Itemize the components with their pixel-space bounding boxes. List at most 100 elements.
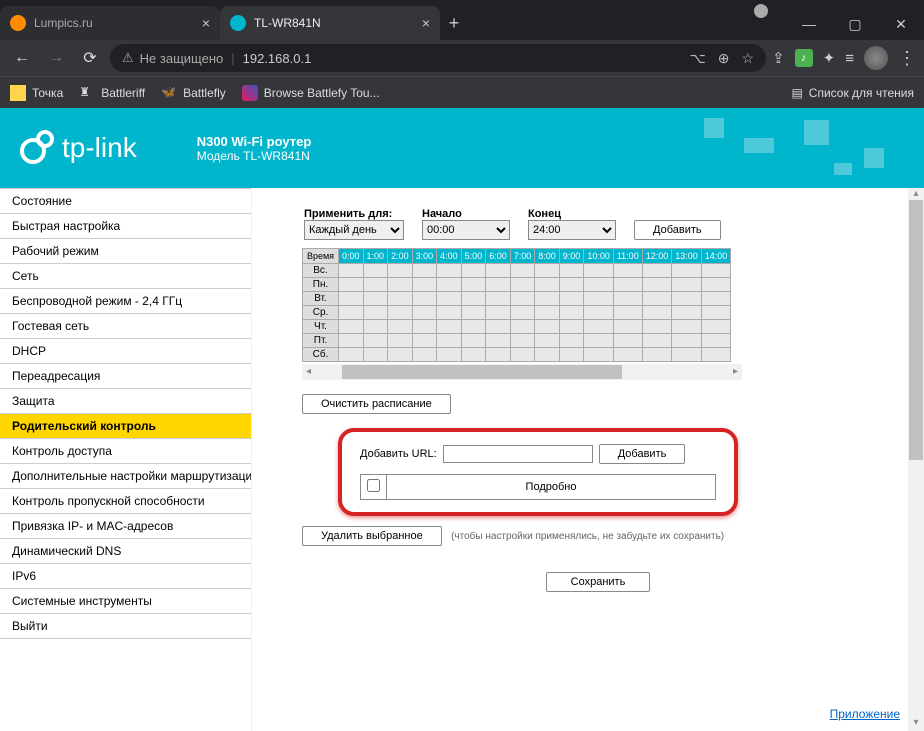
reading-list-button[interactable]: ▤ Список для чтения	[791, 86, 914, 100]
sidebar-item[interactable]: Выйти	[0, 614, 251, 639]
apply-for-select[interactable]: Каждый день	[304, 220, 404, 240]
favicon-lumpics	[10, 15, 26, 31]
battlefly-icon: 🦋	[161, 85, 177, 101]
address-bar: ← → ⟳ ⚠ Не защищено | 192.168.0.1 ⌥ ⊕ ☆ …	[0, 40, 924, 76]
sidebar-item[interactable]: Защита	[0, 389, 251, 414]
key-icon[interactable]: ⌥	[690, 50, 706, 67]
reading-list-icon[interactable]: ≡	[845, 50, 854, 67]
sidebar-item[interactable]: Системные инструменты	[0, 589, 251, 614]
security-warning: ⚠ Не защищено	[122, 50, 223, 66]
main-panel: ▴ ▾ Применить для: Каждый день Начало 00…	[252, 188, 924, 731]
sidebar-item[interactable]: Дополнительные настройки маршрутизации	[0, 464, 251, 489]
router-header: tp-link N300 Wi-Fi роутер Модель TL-WR84…	[0, 108, 924, 188]
list-icon: ▤	[791, 86, 802, 100]
model-info: N300 Wi-Fi роутер Модель TL-WR841N	[197, 134, 312, 163]
reading-list-label: Список для чтения	[809, 86, 914, 100]
model-number: Модель TL-WR841N	[197, 149, 312, 163]
sidebar-item[interactable]: Быстрая настройка	[0, 214, 251, 239]
schedule-table-wrap: Время0:001:002:003:004:005:006:007:008:0…	[302, 248, 904, 380]
bookmarks-bar: Точка ♜Battleriff 🦋 Battlefly Browse Batt…	[0, 76, 924, 108]
extensions-icon[interactable]: ✦	[823, 49, 836, 67]
sidebar-item[interactable]: Рабочий режим	[0, 239, 251, 264]
sidebar-item[interactable]: Привязка IP- и MAC-адресов	[0, 514, 251, 539]
close-icon[interactable]: ×	[202, 15, 210, 31]
add-url-button[interactable]: Добавить	[599, 444, 686, 464]
close-icon[interactable]: ×	[422, 15, 430, 31]
forward-button[interactable]: →	[42, 44, 70, 72]
scroll-down-arrow[interactable]: ▾	[909, 717, 923, 731]
add-url-label: Добавить URL:	[360, 448, 437, 460]
vertical-scrollbar[interactable]: ▴ ▾	[908, 188, 924, 731]
titlebar: Lumpics.ru × TL-WR841N × + — ▢ ✕	[0, 0, 924, 40]
schedule-grid[interactable]: Время0:001:002:003:004:005:006:007:008:0…	[302, 248, 731, 362]
clear-schedule-button[interactable]: Очистить расписание	[302, 394, 451, 414]
profile-avatar[interactable]	[864, 46, 888, 70]
menu-icon[interactable]: ⋮	[898, 48, 916, 69]
bookmark-battlefy[interactable]: Browse Battlefy Tou...	[242, 85, 380, 101]
url-input[interactable]	[443, 445, 593, 463]
scroll-thumb[interactable]	[909, 200, 923, 460]
back-button[interactable]: ←	[8, 44, 36, 72]
sidebar-item[interactable]: IPv6	[0, 564, 251, 589]
tab-router[interactable]: TL-WR841N ×	[220, 6, 440, 40]
scroll-right-arrow[interactable]: ▸	[733, 366, 738, 377]
save-note: (чтобы настройки применялись, не забудьт…	[451, 531, 724, 542]
bookmark-label: Browse Battlefy Tou...	[264, 86, 380, 100]
delete-selected-button[interactable]: Удалить выбранное	[302, 526, 442, 546]
brand-text: tp-link	[62, 132, 137, 164]
bookmark-label: Battlefly	[183, 86, 226, 100]
sidebar-item[interactable]: Контроль пропускной способности	[0, 489, 251, 514]
privacy-shield-icon[interactable]	[754, 4, 768, 18]
horizontal-scrollbar[interactable]: ◂ ▸	[302, 364, 742, 380]
omnibox[interactable]: ⚠ Не защищено | 192.168.0.1 ⌥ ⊕ ☆	[110, 44, 766, 72]
new-tab-button[interactable]: +	[440, 6, 468, 40]
bookmark-label: Точка	[32, 86, 63, 100]
minimize-button[interactable]: —	[786, 8, 832, 40]
extension-music-icon[interactable]: ♪	[795, 49, 813, 67]
select-all-checkbox[interactable]	[367, 479, 380, 492]
app-link[interactable]: Приложение	[830, 707, 900, 721]
sidebar-item[interactable]: Состояние	[0, 188, 251, 214]
bookmark-battleriff[interactable]: ♜Battleriff	[79, 85, 145, 101]
header-pattern	[684, 108, 924, 188]
end-label: Конец	[528, 208, 561, 220]
star-icon[interactable]: ☆	[742, 50, 755, 67]
sidebar-item[interactable]: Беспроводной режим - 2,4 ГГц	[0, 289, 251, 314]
sidebar-item[interactable]: DHCP	[0, 339, 251, 364]
sidebar-item[interactable]: Динамический DNS	[0, 539, 251, 564]
logo-mark-icon	[20, 130, 56, 166]
close-window-button[interactable]: ✕	[878, 8, 924, 40]
bookmark-tochka[interactable]: Точка	[10, 85, 63, 101]
detail-header: Подробно	[387, 475, 716, 500]
sidebar-item[interactable]: Контроль доступа	[0, 439, 251, 464]
sidebar-nav: СостояниеБыстрая настройкаРабочий режимС…	[0, 188, 252, 731]
warning-icon: ⚠	[122, 50, 134, 66]
page-content: tp-link N300 Wi-Fi роутер Модель TL-WR84…	[0, 108, 924, 731]
url-text: 192.168.0.1	[243, 51, 312, 66]
add-schedule-button[interactable]: Добавить	[634, 220, 721, 240]
save-button[interactable]: Сохранить	[546, 572, 651, 592]
start-label: Начало	[422, 208, 462, 220]
tab-title: TL-WR841N	[254, 16, 321, 30]
separator: |	[231, 51, 234, 66]
bookmark-battlefly[interactable]: 🦋 Battlefly	[161, 85, 226, 101]
tab-lumpics[interactable]: Lumpics.ru ×	[0, 6, 220, 40]
end-time-select[interactable]: 24:00	[528, 220, 616, 240]
tab-title: Lumpics.ru	[34, 16, 93, 30]
sidebar-item[interactable]: Родительский контроль	[0, 414, 251, 439]
reload-button[interactable]: ⟳	[76, 44, 104, 72]
start-time-select[interactable]: 00:00	[422, 220, 510, 240]
scroll-thumb-h[interactable]	[342, 365, 622, 379]
scroll-left-arrow[interactable]: ◂	[306, 366, 311, 377]
sidebar-item[interactable]: Переадресация	[0, 364, 251, 389]
maximize-button[interactable]: ▢	[832, 8, 878, 40]
battleriff-icon: ♜	[79, 85, 95, 101]
sidebar-item[interactable]: Сеть	[0, 264, 251, 289]
tp-link-logo: tp-link	[20, 130, 137, 166]
favicon-router	[230, 15, 246, 31]
translate-icon[interactable]: ⊕	[718, 50, 730, 67]
sidebar-item[interactable]: Гостевая сеть	[0, 314, 251, 339]
url-section-highlighted: Добавить URL: Добавить Подробно	[338, 428, 738, 516]
share-icon[interactable]: ⇪	[772, 49, 785, 67]
apply-for-label: Применить для:	[304, 208, 392, 220]
